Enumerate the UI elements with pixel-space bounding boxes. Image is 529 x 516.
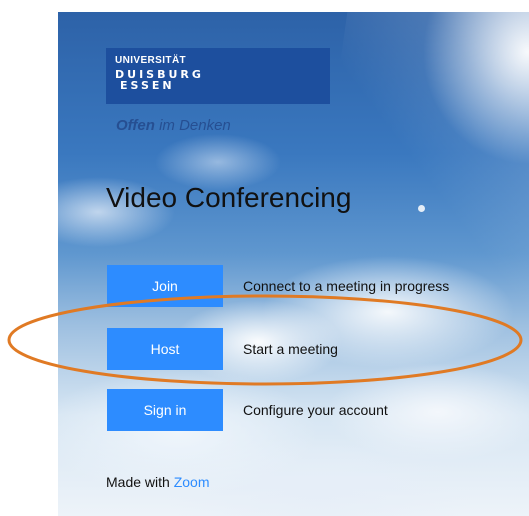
logo-text-universitaet: UNIVERSITÄT <box>115 55 187 66</box>
join-description: Connect to a meeting in progress <box>243 278 450 294</box>
join-button[interactable]: Join <box>107 265 223 307</box>
made-with-text: Made with <box>106 474 174 490</box>
made-with-footer: Made with Zoom <box>106 474 210 490</box>
university-logo: UNIVERSITÄT DUISBURG ESSEN <box>106 48 330 104</box>
host-description: Start a meeting <box>243 341 338 357</box>
sign-in-description: Configure your account <box>243 402 388 418</box>
page-title: Video Conferencing <box>106 182 352 213</box>
sign-in-button[interactable]: Sign in <box>107 389 223 431</box>
tagline-bold: Offen <box>116 117 155 134</box>
tagline-rest: im Denken <box>154 117 231 134</box>
sky-background-panel: UNIVERSITÄT DUISBURG ESSEN Offen im Denk… <box>58 12 529 516</box>
zoom-link[interactable]: Zoom <box>174 474 210 490</box>
lens-flare-dot <box>418 205 425 212</box>
university-tagline: Offen im Denken <box>116 117 231 134</box>
host-button[interactable]: Host <box>107 328 223 370</box>
page-background: UNIVERSITÄT DUISBURG ESSEN Offen im Denk… <box>0 0 529 516</box>
logo-text-essen: ESSEN <box>120 79 175 92</box>
